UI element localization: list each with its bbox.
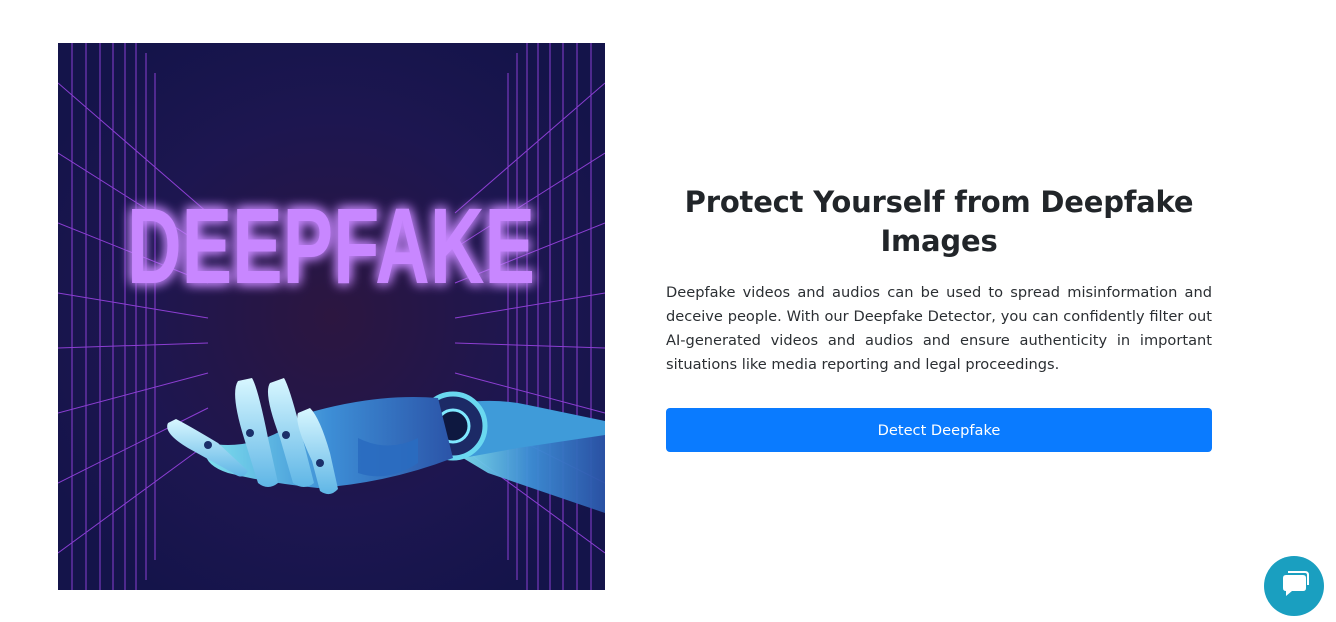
- deepfake-neon-text: DEEPFAKE: [127, 185, 535, 306]
- detect-deepfake-button[interactable]: Detect Deepfake: [666, 408, 1212, 452]
- chat-bubble-icon: [1279, 569, 1309, 603]
- description-text: Deepfake videos and audios can be used t…: [666, 284, 1212, 373]
- deepfake-hero-image: DEEPFAKE: [58, 43, 605, 590]
- page-title: Protect Yourself from Deepfake Images: [684, 185, 1194, 258]
- page: DEEPFAKE Protect Yourself from Deepfake …: [0, 0, 1336, 622]
- content-section: Protect Yourself from Deepfake Images De…: [666, 183, 1212, 452]
- chat-widget-button[interactable]: [1264, 556, 1324, 616]
